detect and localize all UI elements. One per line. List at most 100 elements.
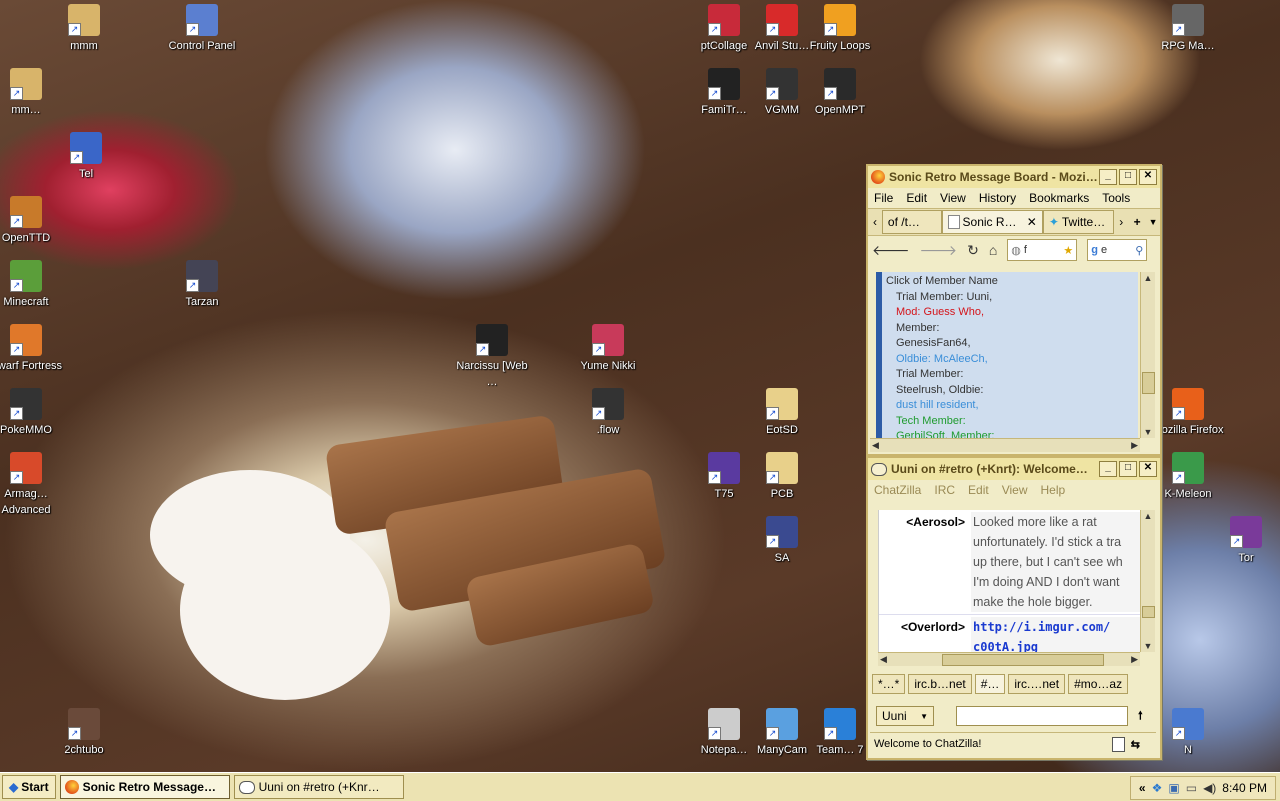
tab-3[interactable]: ✦ Twitte… <box>1042 210 1115 234</box>
tray-expand-icon[interactable]: « <box>1139 781 1146 795</box>
page-info-icon[interactable] <box>1111 736 1125 752</box>
scroll-left-icon[interactable]: ◀ <box>872 439 879 451</box>
maximize-button[interactable]: □ <box>1119 461 1137 477</box>
desktop-icon[interactable]: ↗ OpenMPT <box>800 68 880 118</box>
desktop-icon[interactable]: ↗ Minecraft <box>0 260 66 310</box>
connection-icon[interactable]: ⇆ <box>1131 738 1140 751</box>
menu-view[interactable]: View <box>1002 483 1028 497</box>
firefox-window[interactable]: Sonic Retro Message Board - Mozi… _ □ ✕ … <box>866 164 1162 456</box>
shortcut-arrow-icon: ↗ <box>592 407 605 420</box>
minimize-button[interactable]: _ <box>1099 461 1117 477</box>
tab-close-icon[interactable]: ✕ <box>1027 211 1037 233</box>
volume-icon[interactable]: ◀) <box>1203 781 1216 795</box>
content-scrollbar-h[interactable]: ◀ ▶ <box>870 438 1140 452</box>
scroll-down-icon[interactable]: ▼ <box>1141 426 1155 438</box>
network-icon[interactable]: ▣ <box>1168 781 1179 795</box>
tab-list-icon[interactable]: ▼ <box>1146 217 1160 227</box>
maximize-button[interactable]: □ <box>1119 169 1137 185</box>
menu-edit[interactable]: Edit <box>968 483 989 497</box>
menu-history[interactable]: History <box>979 191 1016 205</box>
desktop-icon[interactable]: ↗ RPG Ma… <box>1148 4 1228 54</box>
bookmark-star-icon[interactable]: ★ <box>1063 244 1073 257</box>
close-button[interactable]: ✕ <box>1139 461 1157 477</box>
menu-edit[interactable]: Edit <box>906 191 927 205</box>
taskbar-button-chatzilla[interactable]: Uuni on #retro (+Knr… <box>233 775 404 799</box>
desktop-icon[interactable]: ↗ Tarzan <box>162 260 242 310</box>
chat-nick[interactable]: <Aerosol> <box>879 512 971 612</box>
minimize-button[interactable]: _ <box>1099 169 1117 185</box>
desktop-icon[interactable]: ↗ PCB <box>742 452 822 502</box>
desktop-icon[interactable]: ↗ .flow <box>568 388 648 438</box>
home-icon[interactable]: ⌂ <box>989 242 997 258</box>
chat-nick[interactable]: <Overlord> <box>879 617 971 652</box>
desktop-icon[interactable]: ↗ 2chtubo <box>44 708 124 758</box>
chatzilla-titlebar[interactable]: Uuni on #retro (+Knrt): Welcome… _ □ ✕ <box>868 458 1160 480</box>
scroll-thumb[interactable] <box>1142 372 1155 394</box>
search-icon[interactable]: ⚲ <box>1135 244 1143 257</box>
desktop-icon[interactable]: ↗ Yume Nikki <box>568 324 648 374</box>
firefox-titlebar[interactable]: Sonic Retro Message Board - Mozi… _ □ ✕ <box>868 166 1160 188</box>
scroll-right-icon[interactable]: ▶ <box>1131 439 1138 451</box>
channel-tab-1[interactable]: *…* <box>872 674 906 694</box>
scroll-left-icon[interactable]: ◀ <box>880 653 887 665</box>
tab-scroll-left-icon[interactable]: ‹ <box>868 215 882 229</box>
chat-link[interactable]: c00tA.jpg <box>973 637 1141 652</box>
tab-2[interactable]: Sonic R… ✕ <box>941 210 1043 234</box>
desktop-icon[interactable]: ↗ PokeMMO <box>0 388 66 438</box>
taskbar-button-firefox[interactable]: Sonic Retro Message… <box>59 775 230 799</box>
close-button[interactable]: ✕ <box>1139 169 1157 185</box>
reload-icon[interactable]: ↻ <box>967 242 979 259</box>
multiline-toggle-icon[interactable]: 🠕 <box>1138 707 1143 726</box>
chat-link[interactable]: http://i.imgur.com/ <box>973 617 1141 637</box>
chat-scrollbar-h[interactable]: ◀ ▶ <box>878 652 1140 666</box>
scroll-thumb[interactable] <box>1142 606 1155 618</box>
menu-irc[interactable]: IRC <box>934 483 955 497</box>
forward-icon[interactable]: 🡒 <box>920 242 958 259</box>
scroll-up-icon[interactable]: ▲ <box>1141 272 1155 284</box>
desktop-icon-label: Tel <box>78 168 94 180</box>
desktop-icon[interactable]: ↗ mm… <box>0 68 66 118</box>
menu-help[interactable]: Help <box>1041 483 1066 497</box>
desktop-icon[interactable]: ↗ OpenTTD <box>0 196 66 246</box>
start-button[interactable]: ◆ Start <box>2 775 56 799</box>
desktop-icon[interactable]: ↗ Tor <box>1206 516 1280 566</box>
chat-input[interactable] <box>956 706 1128 726</box>
clock[interactable]: 8:40 PM <box>1222 781 1267 795</box>
tab-scroll-right-icon[interactable]: › <box>1114 215 1128 229</box>
member-list-line: Member: <box>896 321 940 334</box>
desktop-icon[interactable]: ↗ mmm <box>44 4 124 54</box>
back-icon[interactable]: 🡐 <box>872 242 910 259</box>
desktop-icon[interactable]: ↗ EotSD <box>742 388 822 438</box>
desktop-icon[interactable]: ↗ Armag… Advanced <box>0 452 66 518</box>
nick-button[interactable]: Uuni ▼ <box>876 706 934 726</box>
desktop-icon[interactable]: ↗ Tel <box>46 132 126 182</box>
menu-tools[interactable]: Tools <box>1102 191 1130 205</box>
scroll-thumb-h[interactable] <box>942 654 1104 666</box>
menu-view[interactable]: View <box>940 191 966 205</box>
desktop-icon[interactable]: ↗ Fruity Loops <box>800 4 880 54</box>
menu-chatzilla[interactable]: ChatZilla <box>874 483 921 497</box>
search-bar[interactable]: g e ⚲ <box>1087 239 1148 261</box>
desktop-icon[interactable]: ↗ Narcissu [Web … <box>452 324 532 390</box>
scroll-up-icon[interactable]: ▲ <box>1141 510 1155 522</box>
channel-tab-5[interactable]: #mo…az <box>1068 674 1129 694</box>
channel-tab-3[interactable]: #… <box>974 674 1006 694</box>
tab-1[interactable]: of /t… <box>881 210 942 234</box>
content-scrollbar-v[interactable]: ▲ ▼ <box>1140 272 1155 438</box>
url-bar[interactable]: ◍ f ★ <box>1007 239 1078 261</box>
scroll-down-icon[interactable]: ▼ <box>1141 640 1155 652</box>
chat-scrollbar-v[interactable]: ▲ ▼ <box>1140 510 1155 652</box>
scroll-right-icon[interactable]: ▶ <box>1131 653 1138 665</box>
channel-tab-4[interactable]: irc.…net <box>1008 674 1066 694</box>
dropbox-icon[interactable]: ❖ <box>1152 781 1163 795</box>
chatzilla-window[interactable]: Uuni on #retro (+Knrt): Welcome… _ □ ✕ C… <box>866 456 1162 760</box>
safely-remove-icon[interactable]: ▭ <box>1186 781 1197 795</box>
menu-file[interactable]: File <box>874 191 893 205</box>
desktop-icon[interactable]: ↗ SA <box>742 516 822 566</box>
new-tab-icon[interactable]: + <box>1128 215 1146 229</box>
desktop-icon-label: SA <box>774 552 790 564</box>
desktop-icon[interactable]: ↗ Dwarf Fortress <box>0 324 66 374</box>
desktop-icon[interactable]: ↗ Control Panel <box>162 4 242 54</box>
menu-bookmarks[interactable]: Bookmarks <box>1029 191 1089 205</box>
channel-tab-2[interactable]: irc.b…net <box>908 674 972 694</box>
